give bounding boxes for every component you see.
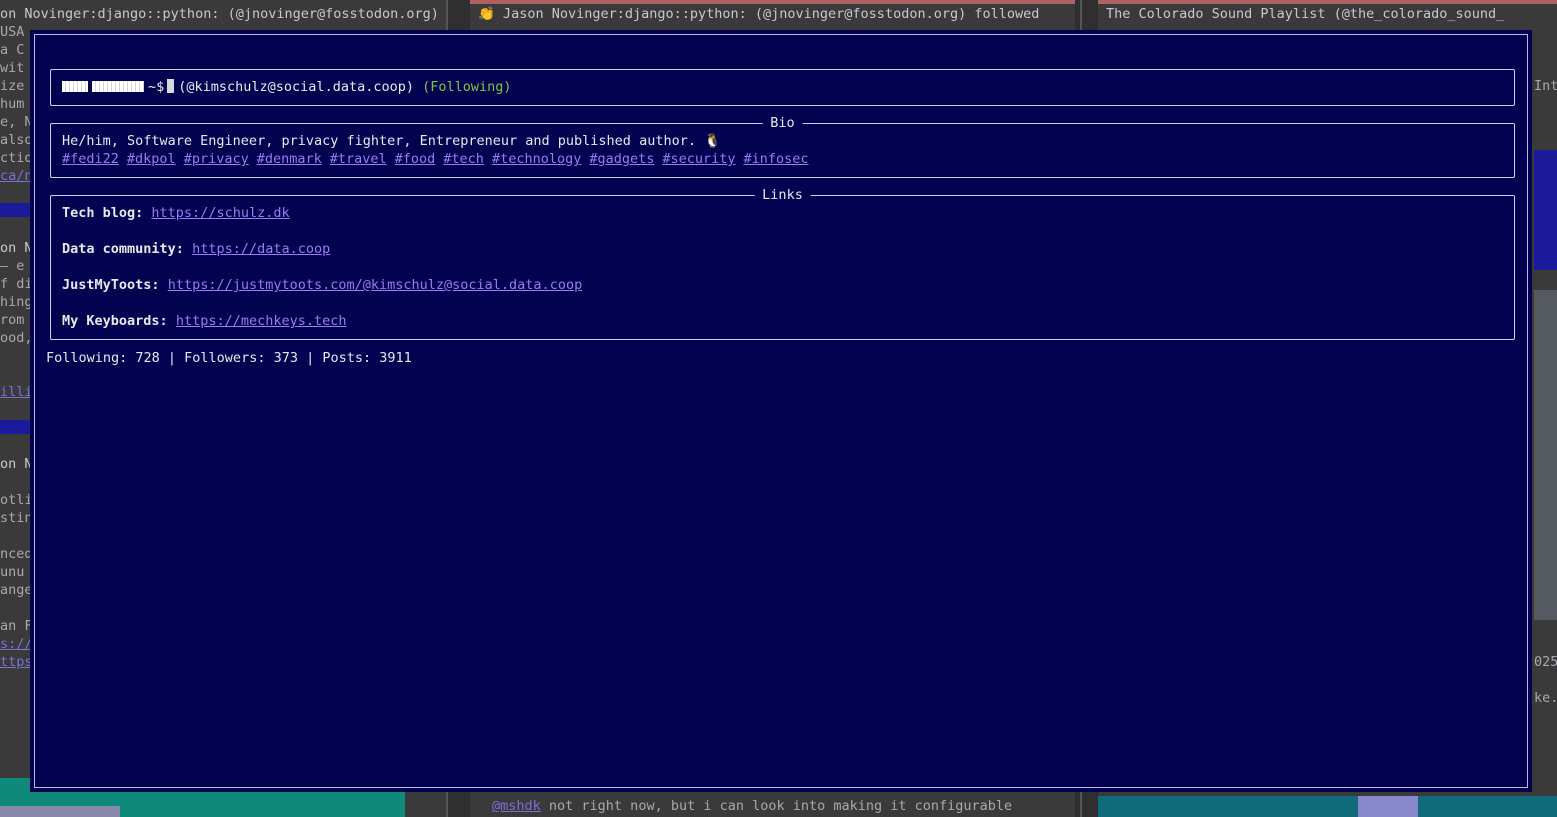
redacted-username xyxy=(92,81,144,92)
hashtag-link[interactable]: #dkpol xyxy=(127,151,176,167)
links-title: Links xyxy=(754,186,811,204)
bio-title: Bio xyxy=(762,114,803,132)
link-url[interactable]: https://data.coop xyxy=(192,241,330,257)
left-pane-line: USA xyxy=(0,24,25,40)
left-pane-line: rom xyxy=(0,312,25,328)
bio-hashtags: #fedi22 #dkpol #privacy #denmark #travel #foo… xyxy=(62,150,817,168)
hashtag-link[interactable]: #gadgets xyxy=(589,151,654,167)
link-label: JustMyToots: xyxy=(62,277,160,293)
left-pane-line: an F xyxy=(0,618,33,634)
link-url[interactable]: https://justmytoots.com/@kimschulz@socia… xyxy=(168,277,583,293)
profile-header-line: ~$ (@kimschulz@social.data.coop) (Followi… xyxy=(62,78,512,96)
profile-modal: ~$ (@kimschulz@social.data.coop) (Followi… xyxy=(30,30,1532,792)
hashtag-link[interactable]: #tech xyxy=(443,151,484,167)
cursor-icon xyxy=(167,79,175,93)
left-pane-line: also xyxy=(0,132,33,148)
left-pane-link[interactable]: ca/n xyxy=(0,167,33,185)
right-pane-footer-block xyxy=(1358,796,1418,817)
profile-handle: (@kimschulz@social.data.coop) xyxy=(178,79,414,95)
hashtag-link[interactable]: #technology xyxy=(492,151,581,167)
following-status: (Following) xyxy=(422,79,512,95)
left-pane-footer-block xyxy=(0,806,120,817)
left-pane-line: ize xyxy=(0,78,25,94)
link-label: Tech blog: xyxy=(62,205,144,221)
left-pane-line: unu xyxy=(0,564,25,580)
left-pane-line: on Novinger:django::python: (@jnovinger@… xyxy=(0,6,439,22)
left-pane-line: — e xyxy=(0,258,25,274)
right-pane-fragment: Int xyxy=(1534,78,1557,94)
right-pane-line: The Colorado Sound Playlist (@the_colora… xyxy=(1106,6,1505,22)
link-row: JustMyToots: https://justmytoots.com/@ki… xyxy=(62,276,582,294)
pane-header-bar xyxy=(470,0,1075,4)
bio-text: He/him, Software Engineer, privacy fight… xyxy=(62,133,721,149)
hashtag-link[interactable]: #food xyxy=(395,151,436,167)
left-pane-line: on N xyxy=(0,240,33,256)
link-row: Tech blog: https://schulz.dk xyxy=(62,204,290,222)
left-pane-line: ctio xyxy=(0,150,33,166)
left-pane-highlight xyxy=(0,203,30,217)
left-pane-highlight xyxy=(0,420,30,434)
hashtag-link[interactable]: #travel xyxy=(330,151,387,167)
pane-header-bar xyxy=(1098,0,1557,4)
link-label: My Keyboards: xyxy=(62,313,168,329)
left-pane-line: nced xyxy=(0,546,33,562)
left-pane-link[interactable]: ttps xyxy=(0,653,33,671)
left-pane-line: hing xyxy=(0,294,33,310)
left-pane-link[interactable]: illi xyxy=(0,383,33,401)
left-pane-line: otli xyxy=(0,492,33,508)
link-url[interactable]: https://schulz.dk xyxy=(151,205,289,221)
right-pane-block xyxy=(1534,290,1557,620)
profile-modal-frame: ~$ (@kimschulz@social.data.coop) (Followi… xyxy=(34,34,1528,788)
bio-box: Bio He/him, Software Engineer, privacy f… xyxy=(50,114,1515,178)
redacted-username xyxy=(62,81,88,92)
left-pane-line: ange xyxy=(0,582,33,598)
left-pane-line: f di xyxy=(0,276,33,292)
notification-reply: @mshdk not right now, but i can look int… xyxy=(492,797,1012,815)
notification-line: 👏 Jason Novinger:django::python: (@jnovi… xyxy=(478,6,1040,22)
hashtag-link[interactable]: #privacy xyxy=(184,151,249,167)
reply-text: not right now, but i can look into makin… xyxy=(540,798,1013,814)
hashtag-link[interactable]: #infosec xyxy=(744,151,809,167)
profile-header: ~$ (@kimschulz@social.data.coop) (Followi… xyxy=(50,69,1515,106)
shell-prompt: ~$ xyxy=(148,79,165,95)
right-pane-block xyxy=(1534,150,1557,270)
left-pane-line: stin xyxy=(0,510,33,526)
left-pane-line: a C xyxy=(0,42,25,58)
right-pane-footer-block xyxy=(1098,796,1557,817)
link-url[interactable]: https://mechkeys.tech xyxy=(176,313,347,329)
left-pane-line: wit xyxy=(0,60,25,76)
profile-stats: Following: 728 | Followers: 373 | Posts:… xyxy=(46,350,412,366)
hashtag-link[interactable]: #denmark xyxy=(257,151,322,167)
right-pane-fragment: ke. xyxy=(1534,690,1557,706)
links-box: Links Tech blog: https://schulz.dk Data … xyxy=(50,186,1515,340)
link-label: Data community: xyxy=(62,241,184,257)
hashtag-link[interactable]: #fedi22 xyxy=(62,151,119,167)
left-pane-line: hum xyxy=(0,96,25,112)
left-pane-line: e, N xyxy=(0,114,33,130)
left-pane-line: ood, xyxy=(0,330,33,346)
link-row: Data community: https://data.coop xyxy=(62,240,330,258)
right-pane-fragment: 025 xyxy=(1534,654,1557,670)
left-pane-line: on N xyxy=(0,456,33,472)
hashtag-link[interactable]: #security xyxy=(662,151,735,167)
link-row: My Keyboards: https://mechkeys.tech xyxy=(62,312,347,330)
mention-link[interactable]: @mshdk xyxy=(492,798,541,814)
